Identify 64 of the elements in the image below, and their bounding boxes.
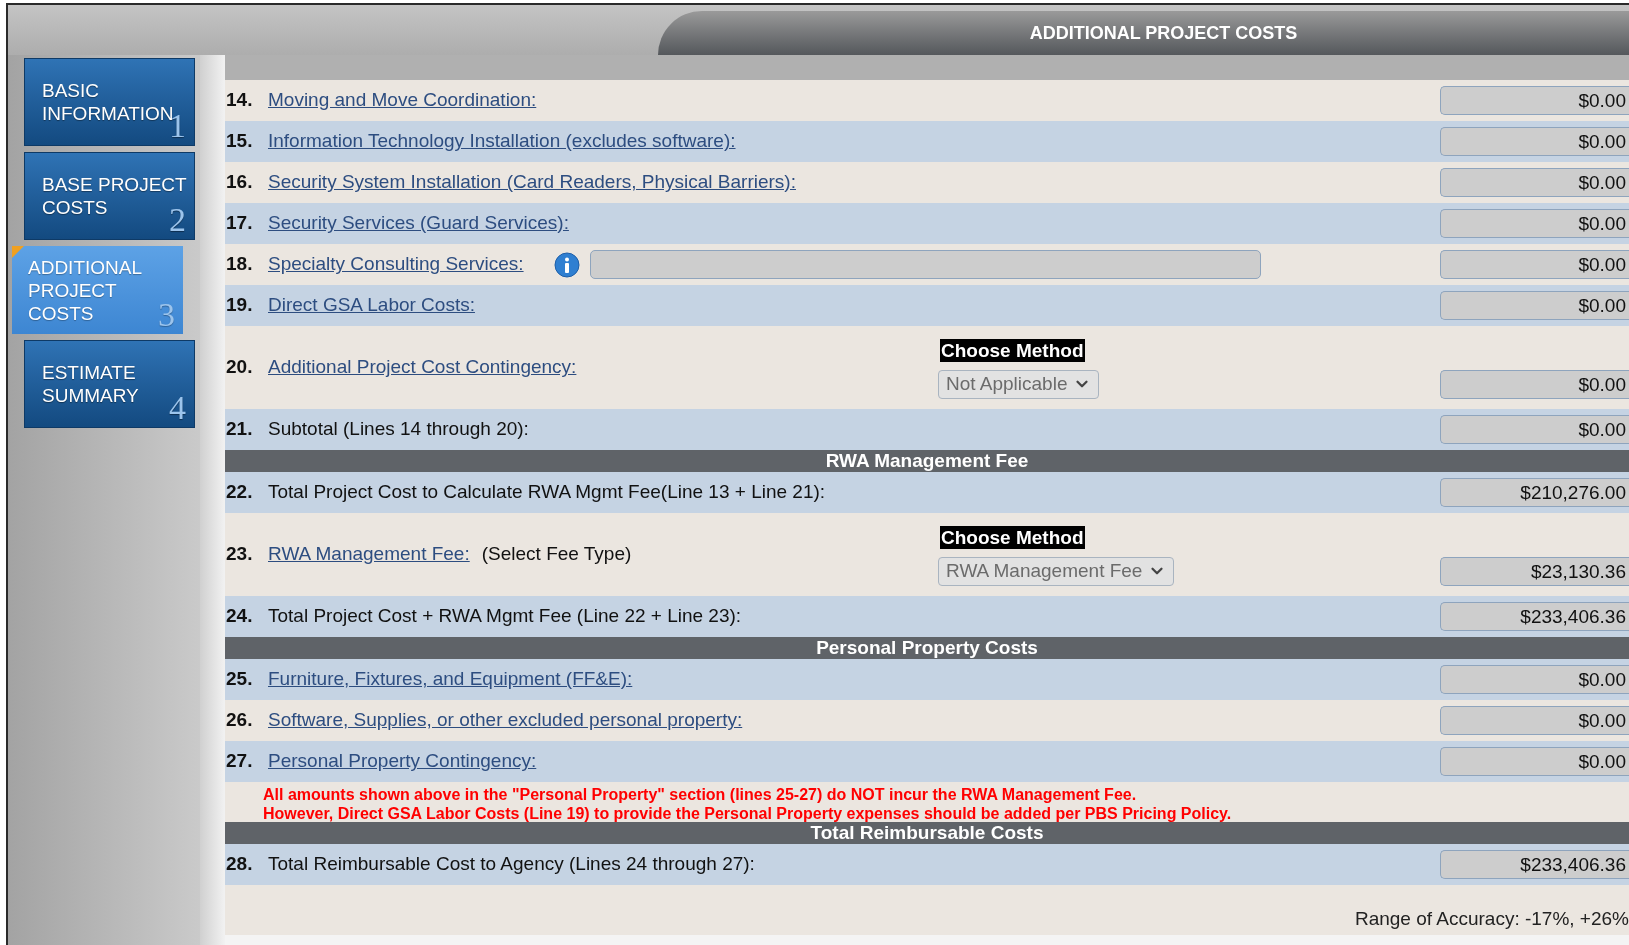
method-caption: Choose Method xyxy=(940,525,1085,549)
line-label: Total Reimbursable Cost to Agency (Lines 24 through 27): xyxy=(268,852,755,877)
line-label: Total Project Cost + RWA Mgmt Fee (Line 22 + Line 23): xyxy=(268,604,742,629)
line-number: 14. xyxy=(225,88,254,113)
line-link[interactable]: Personal Property Contingency: xyxy=(268,747,537,776)
amount-field[interactable]: $23,130.36 xyxy=(1440,557,1629,586)
line-number: 16. xyxy=(225,170,254,195)
line-link[interactable]: Information Technology Installation (excludes software): xyxy=(268,127,736,156)
step-tab[interactable]: 4 ESTIMATE SUMMARY xyxy=(24,340,195,428)
amount-field[interactable]: $210,276.00 xyxy=(1440,478,1629,507)
step-tab[interactable]: 2 BASE PROJECT COSTS xyxy=(24,152,195,240)
line-number: 19. xyxy=(225,293,254,318)
section-header: RWA Management Fee xyxy=(225,450,1629,472)
amount-field[interactable]: $0.00 xyxy=(1440,250,1629,279)
step-number: 2 xyxy=(169,203,186,237)
line-link[interactable]: Software, Supplies, or other excluded personal property: xyxy=(268,706,743,735)
line-label: Subtotal (Lines 14 through 20): xyxy=(268,417,529,442)
line-link[interactable]: Security Services (Guard Services): xyxy=(268,209,569,238)
step-number: 4 xyxy=(169,391,186,425)
section-header: Personal Property Costs xyxy=(225,637,1629,659)
amount-field[interactable]: $0.00 xyxy=(1440,127,1629,156)
line-number: 23. xyxy=(225,542,254,567)
detail-field[interactable] xyxy=(589,250,1261,279)
info-icon[interactable] xyxy=(553,251,580,278)
line-number: 15. xyxy=(225,129,254,154)
line-link[interactable]: Additional Project Cost Contingency: xyxy=(268,353,577,382)
accuracy-range: Range of Accuracy: -17%, +26% xyxy=(1354,906,1629,931)
line-number: 21. xyxy=(225,417,254,442)
line-number: 24. xyxy=(225,604,254,629)
line-number: 20. xyxy=(225,355,254,380)
amount-field[interactable]: $233,406.36 xyxy=(1440,602,1629,631)
line-link[interactable]: Specialty Consulting Services: xyxy=(268,250,524,279)
amount-field[interactable]: $0.00 xyxy=(1440,291,1629,320)
line-link[interactable]: Furniture, Fixtures, and Equipment (FF&E): xyxy=(268,665,633,694)
amount-field[interactable]: $0.00 xyxy=(1440,747,1629,776)
line-link[interactable]: Security System Installation (Card Readers, Physical Barriers): xyxy=(268,168,796,197)
line-link[interactable]: Direct GSA Labor Costs: xyxy=(268,291,475,320)
line-number: 26. xyxy=(225,708,254,733)
line-number: 22. xyxy=(225,480,254,505)
amount-field[interactable]: $0.00 xyxy=(1440,665,1629,694)
line-link[interactable]: Moving and Move Coordination: xyxy=(268,86,537,115)
line-number: 27. xyxy=(225,749,254,774)
line-label: Total Project Cost to Calculate RWA Mgmt Fee(Line 13 + Line 21): xyxy=(268,480,826,505)
amount-field[interactable]: $0.00 xyxy=(1440,86,1629,115)
warning-note: All amounts shown above in the "Personal Property" section (lines 25-27) do NOT incur the RWA Management Fee. However, Direct GSA Labor Costs (Line 19) to provide the Personal Property expenses should be added per PBS Pricing Policy. xyxy=(263,785,1233,823)
amount-field[interactable]: $0.00 xyxy=(1440,370,1629,399)
line-number: 25. xyxy=(225,667,254,692)
line-number: 18. xyxy=(225,252,254,277)
line-number: 28. xyxy=(225,852,254,877)
amount-field[interactable]: $233,406.36 xyxy=(1440,850,1629,879)
section-header: Total Reimbursable Costs xyxy=(225,822,1629,844)
amount-field[interactable]: $0.00 xyxy=(1440,168,1629,197)
corner-marker xyxy=(12,246,24,258)
amount-field[interactable]: $0.00 xyxy=(1440,706,1629,735)
fee-type-hint: (Select Fee Type) xyxy=(481,542,632,567)
line-number: 17. xyxy=(225,211,254,236)
step-number: 3 xyxy=(158,298,175,332)
method-select[interactable]: RWA Management Fee xyxy=(938,556,1175,586)
page-title: ADDITIONAL PROJECT COSTS xyxy=(1029,21,1298,45)
method-select[interactable]: Not Applicable xyxy=(938,369,1100,399)
method-caption: Choose Method xyxy=(940,338,1085,362)
amount-field[interactable]: $0.00 xyxy=(1440,415,1629,444)
line-link[interactable]: RWA Management Fee: xyxy=(268,540,470,569)
amount-field[interactable]: $0.00 xyxy=(1440,209,1629,238)
